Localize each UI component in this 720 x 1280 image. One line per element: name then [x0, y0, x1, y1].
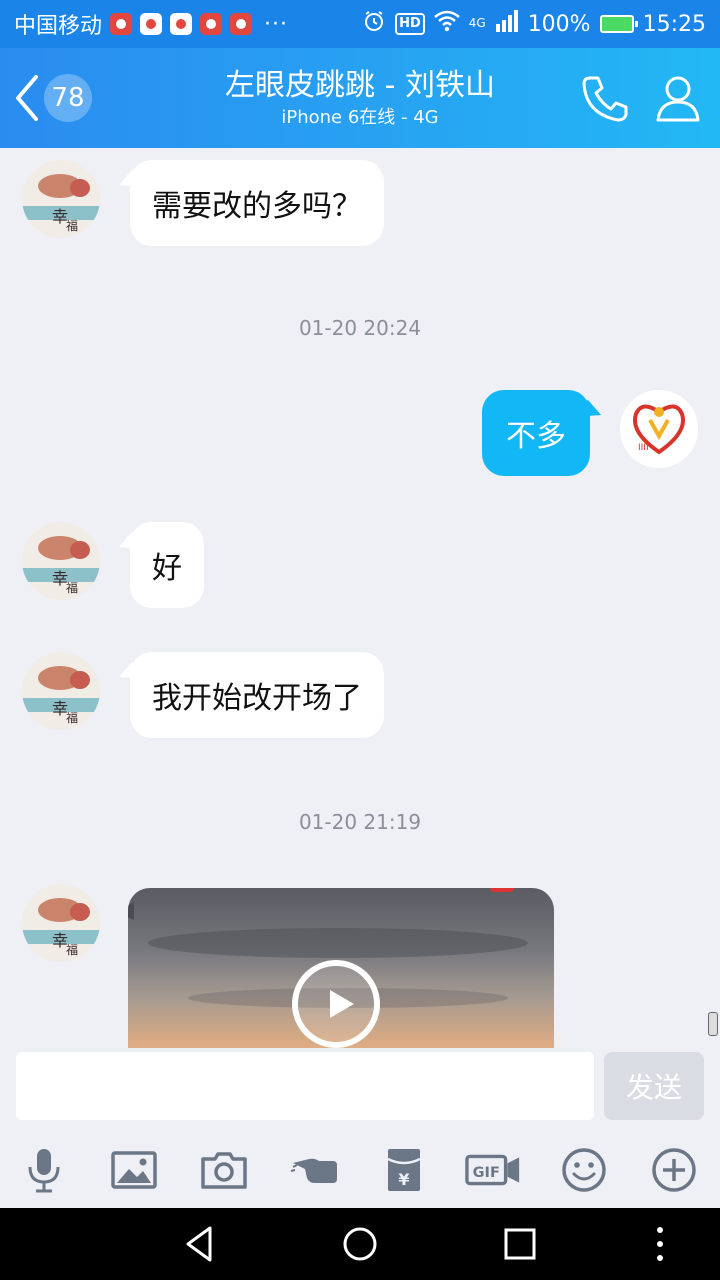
back-button[interactable]: 78 [12, 70, 102, 126]
contact-avatar[interactable]: 幸福 [22, 884, 100, 962]
poke-icon[interactable] [284, 1142, 344, 1198]
message-input[interactable] [16, 1052, 594, 1120]
contact-avatar[interactable]: 幸福 [22, 522, 100, 600]
news-app-icon [110, 13, 133, 35]
chat-toolbar: ¥ GIF [0, 1128, 720, 1208]
message-bubble-received[interactable]: 好 [130, 522, 204, 608]
nav-home-button[interactable] [338, 1222, 382, 1266]
plus-icon[interactable] [644, 1142, 704, 1198]
svg-text:GIF: GIF [473, 1165, 500, 1181]
circle-home-icon [343, 1227, 377, 1261]
red-packet-icon[interactable]: ¥ [374, 1142, 434, 1198]
alarm-icon [362, 9, 386, 39]
unread-count-badge: 78 [44, 74, 92, 122]
svg-text:福: 福 [66, 218, 78, 233]
signal-icon [495, 10, 519, 38]
clock: 15:25 [642, 11, 706, 37]
video-message[interactable] [128, 888, 554, 1048]
battery-icon [599, 15, 638, 33]
system-nav-bar [0, 1208, 720, 1280]
video-app-icon [170, 13, 193, 35]
contact-avatar[interactable]: 幸福 [22, 652, 100, 730]
svg-text:¥: ¥ [398, 1170, 409, 1189]
person-icon [656, 76, 700, 122]
video-indicator [490, 888, 514, 892]
emoji-icon[interactable] [554, 1142, 614, 1198]
chat-title-area[interactable]: 左眼皮跳跳 - 刘铁山 iPhone 6在线 - 4G [130, 66, 590, 130]
message-list[interactable]: 幸福 需要改的多吗？ 01-20 20:24 不多 IIII 幸福 好 幸福 我… [0, 148, 720, 1048]
nav-menu-button[interactable] [638, 1222, 682, 1266]
more-vertical-icon [657, 1227, 663, 1261]
svg-text:IIII: IIII [638, 443, 649, 453]
image-icon[interactable] [104, 1142, 164, 1198]
app-notification-icon [140, 13, 163, 35]
microphone-icon[interactable] [14, 1142, 74, 1198]
network-type: 4G [468, 16, 486, 30]
send-button[interactable]: 发送 [604, 1052, 704, 1120]
more-notifications: ··· [264, 11, 288, 37]
music-app-icon [230, 13, 253, 35]
contact-name: 左眼皮跳跳 - 刘铁山 [225, 68, 495, 103]
message-timestamp: 01-20 21:19 [298, 810, 422, 834]
status-bar: 中国移动 ··· HD 4G 100% 15:25 [0, 0, 720, 48]
battery-percent: 100% [527, 11, 591, 37]
scrollbar-thumb[interactable] [708, 1012, 718, 1036]
triangle-back-icon [186, 1226, 212, 1262]
input-bar: 发送 [0, 1048, 720, 1128]
weibo-icon [200, 13, 223, 35]
nav-back-button[interactable] [178, 1222, 222, 1266]
message-timestamp: 01-20 20:24 [298, 316, 422, 340]
carrier-label: 中国移动 [14, 14, 103, 39]
contact-profile-button[interactable] [652, 72, 704, 124]
message-bubble-sent[interactable]: 不多 [482, 390, 590, 476]
chat-header: 78 左眼皮跳跳 - 刘铁山 iPhone 6在线 - 4G [0, 48, 720, 148]
contact-avatar[interactable]: 幸福 [22, 160, 100, 238]
gif-icon[interactable]: GIF [464, 1142, 524, 1198]
call-button[interactable] [580, 72, 632, 124]
message-bubble-received[interactable]: 我开始改开场了 [130, 652, 384, 738]
svg-text:福: 福 [66, 942, 78, 957]
phone-icon [582, 76, 628, 122]
play-icon[interactable] [292, 960, 380, 1048]
my-avatar[interactable]: IIII [620, 390, 698, 468]
nav-recents-button[interactable] [498, 1222, 542, 1266]
chevron-left-icon [16, 75, 38, 121]
message-bubble-received[interactable]: 需要改的多吗？ [130, 160, 384, 246]
svg-text:福: 福 [66, 710, 78, 725]
hd-badge: HD [395, 13, 425, 35]
svg-text:福: 福 [66, 580, 78, 595]
square-recents-icon [504, 1228, 536, 1260]
online-status: iPhone 6在线 - 4G [281, 107, 439, 128]
camera-icon[interactable] [194, 1142, 254, 1198]
wifi-icon [433, 10, 460, 38]
